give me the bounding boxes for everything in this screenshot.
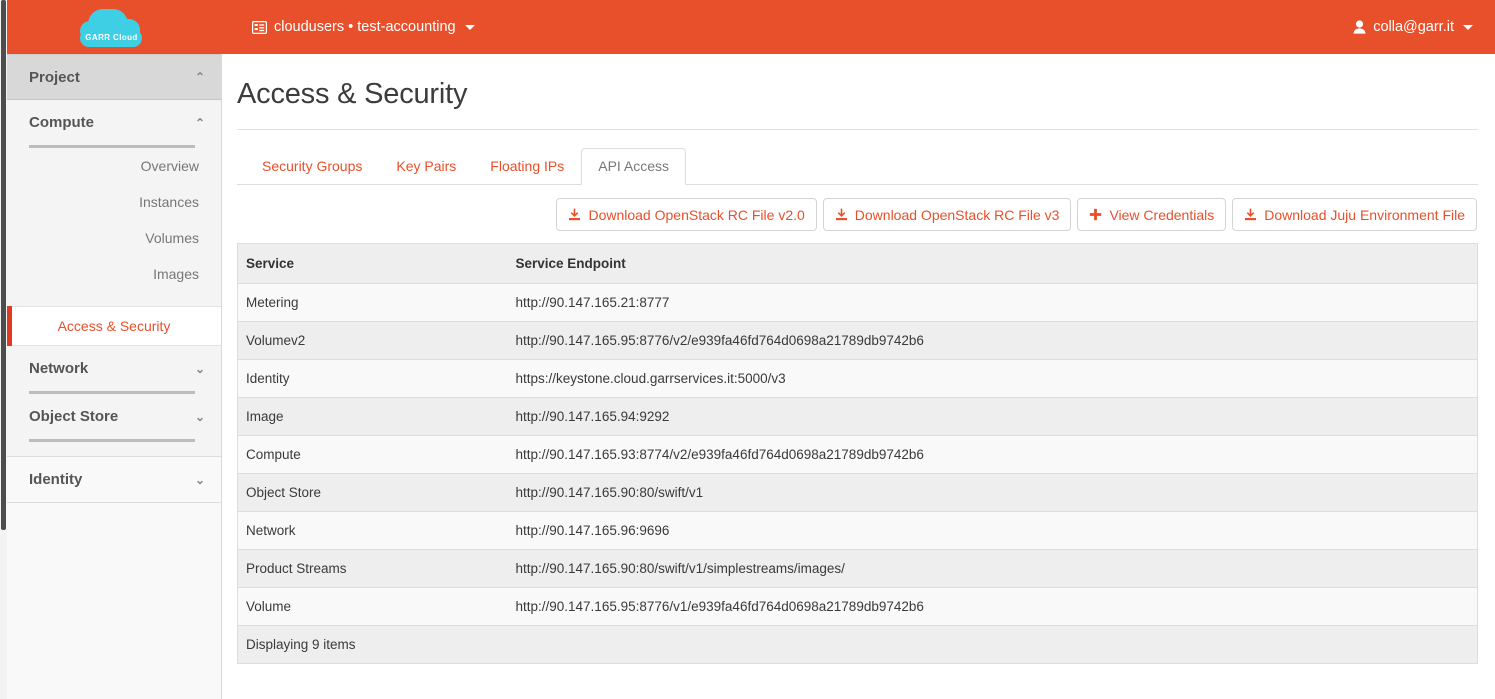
cell-endpoint: https://keystone.cloud.garrservices.it:5… [508,360,1478,398]
sidebar-section-network-label: Network [29,360,88,377]
cell-endpoint: http://90.147.165.90:80/swift/v1/simples… [508,550,1478,588]
table-item-count: Displaying 9 items [238,626,1478,664]
cell-endpoint: http://90.147.165.95:8776/v1/e939fa46fd7… [508,588,1478,626]
cell-service: Image [238,398,508,436]
table-row: Volumev2http://90.147.165.95:8776/v2/e93… [238,322,1478,360]
sidebar-group-identity: Identity ⌄ [7,456,221,502]
user-menu-label: colla@garr.it [1373,19,1454,35]
sidebar-item-overview[interactable]: Overview [7,148,221,184]
tab-key-pairs[interactable]: Key Pairs [379,148,473,185]
user-menu[interactable]: colla@garr.it [1353,0,1473,54]
sidebar-section-network[interactable]: Network ⌄ [7,346,221,391]
chevron-down-icon: ⌄ [195,411,205,423]
download-icon [1244,208,1257,221]
chevron-down-icon [1463,25,1473,30]
download-icon [568,208,581,221]
page-scrollbar[interactable] [0,0,7,699]
sidebar-item-volumes[interactable]: Volumes [7,220,221,256]
cloud-icon: GARR Cloud [78,9,152,49]
sidebar-group-compute: Compute ⌃ Overview Instances Volumes Ima… [7,100,221,306]
cell-endpoint: http://90.147.165.21:8777 [508,284,1478,322]
cell-service: Network [238,512,508,550]
sidebar-section-identity[interactable]: Identity ⌄ [7,457,221,502]
table-footer-row: Displaying 9 items [238,626,1478,664]
project-switcher-label: cloudusers • test-accounting [274,19,456,35]
column-header-endpoint: Service Endpoint [508,244,1478,284]
download-openstack-rc-v3-button[interactable]: Download OpenStack RC File v3 [823,198,1072,231]
download-openstack-rc-v2-button[interactable]: Download OpenStack RC File v2.0 [556,198,816,231]
cell-service: Metering [238,284,508,322]
view-credentials-button[interactable]: View Credentials [1077,198,1226,231]
cell-service: Product Streams [238,550,508,588]
tab-api-access[interactable]: API Access [581,148,686,185]
view-credentials-label: View Credentials [1109,207,1214,223]
cell-endpoint: http://90.147.165.94:9292 [508,398,1478,436]
tab-security-groups[interactable]: Security Groups [245,148,379,185]
table-row: Volumehttp://90.147.165.95:8776/v1/e939f… [238,588,1478,626]
table-row: Networkhttp://90.147.165.96:9696 [238,512,1478,550]
sidebar-item-instances[interactable]: Instances [7,184,221,220]
table-foot: Displaying 9 items [238,626,1478,664]
download-openstack-rc-v3-label: Download OpenStack RC File v3 [855,207,1060,223]
sidebar-section-object-store-label: Object Store [29,408,118,425]
plus-icon [1089,208,1102,221]
download-icon [835,208,848,221]
table-row: Object Storehttp://90.147.165.90:80/swif… [238,474,1478,512]
sidebar-section-identity-label: Identity [29,471,82,488]
page-scrollbar-thumb[interactable] [1,0,6,530]
sidebar-section-compute-label: Compute [29,114,94,131]
download-openstack-rc-v2-label: Download OpenStack RC File v2.0 [588,207,804,223]
chevron-down-icon [465,25,475,30]
cell-endpoint: http://90.147.165.93:8774/v2/e939fa46fd7… [508,436,1478,474]
user-icon [1353,20,1366,34]
sidebar: Project ⌃ Compute ⌃ Overview Instances V… [7,54,222,699]
table-row: Product Streamshttp://90.147.165.90:80/s… [238,550,1478,588]
cell-service: Identity [238,360,508,398]
cell-service: Volume [238,588,508,626]
sidebar-bottom-divider [7,502,221,503]
api-endpoints-table: Service Service Endpoint Meteringhttp://… [237,243,1478,664]
cell-endpoint: http://90.147.165.95:8776/v2/e939fa46fd7… [508,322,1478,360]
sidebar-section-project[interactable]: Project ⌃ [7,54,221,100]
chevron-up-icon: ⌃ [195,117,205,129]
tab-floating-ips[interactable]: Floating IPs [473,148,581,185]
download-juju-environment-button[interactable]: Download Juju Environment File [1232,198,1477,231]
cell-endpoint: http://90.147.165.96:9696 [508,512,1478,550]
sidebar-divider [29,439,195,442]
brand-logo-text: GARR Cloud [78,33,146,42]
sidebar-item-access-and-security[interactable]: Access & Security [7,306,221,346]
project-switcher[interactable]: cloudusers • test-accounting [252,0,475,54]
project-list-icon [252,21,267,34]
page-title: Access & Security [237,54,1478,130]
table-row: Identityhttps://keystone.cloud.garrservi… [238,360,1478,398]
sidebar-item-images[interactable]: Images [7,256,221,292]
sidebar-section-compute[interactable]: Compute ⌃ [7,100,221,145]
cell-service: Object Store [238,474,508,512]
brand-logo[interactable]: GARR Cloud [7,0,222,54]
cell-service: Volumev2 [238,322,508,360]
top-navbar: GARR Cloud cloudusers • test-accounting [0,0,1495,54]
table-body: Meteringhttp://90.147.165.21:8777Volumev… [238,284,1478,626]
download-juju-environment-label: Download Juju Environment File [1264,207,1465,223]
chevron-down-icon: ⌄ [195,363,205,375]
sidebar-group-network: Network ⌄ Object Store ⌄ [7,346,221,456]
chevron-down-icon: ⌄ [195,474,205,486]
sidebar-section-project-label: Project [29,69,80,86]
tab-bar: Security Groups Key Pairs Floating IPs A… [237,149,1478,185]
column-header-service: Service [238,244,508,284]
sidebar-section-object-store[interactable]: Object Store ⌄ [7,394,221,439]
table-row: Meteringhttp://90.147.165.21:8777 [238,284,1478,322]
table-row: Computehttp://90.147.165.93:8774/v2/e939… [238,436,1478,474]
table-header-row: Service Service Endpoint [238,244,1478,284]
cell-service: Compute [238,436,508,474]
cell-endpoint: http://90.147.165.90:80/swift/v1 [508,474,1478,512]
table-row: Imagehttp://90.147.165.94:9292 [238,398,1478,436]
action-button-row: Download OpenStack RC File v2.0 Download… [237,185,1478,243]
main-content: Access & Security Security Groups Key Pa… [223,54,1495,699]
page-root: GARR Cloud cloudusers • test-accounting [0,0,1495,699]
table-head: Service Service Endpoint [238,244,1478,284]
chevron-up-icon: ⌃ [195,71,205,83]
